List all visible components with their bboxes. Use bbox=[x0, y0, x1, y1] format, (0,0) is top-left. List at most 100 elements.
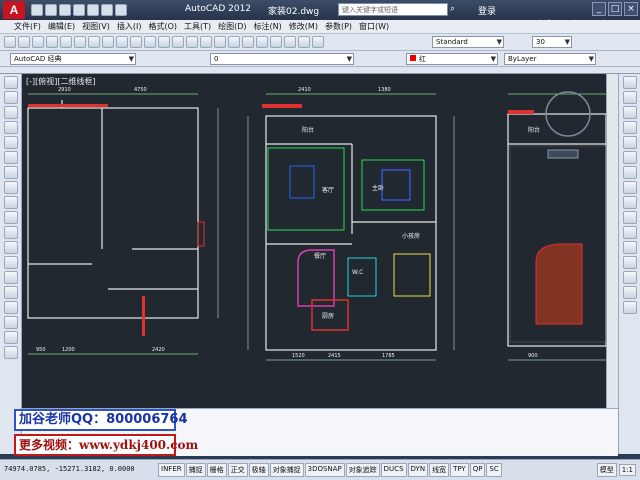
text-style-select[interactable]: Standard ▼ bbox=[432, 36, 504, 48]
snap-toggle[interactable]: 捕捉 bbox=[185, 463, 206, 477]
ellipse-arc-icon[interactable] bbox=[3, 226, 18, 239]
publish-icon[interactable] bbox=[74, 36, 86, 48]
join-icon[interactable] bbox=[622, 256, 637, 269]
region-icon[interactable] bbox=[3, 316, 18, 329]
mirror-icon[interactable] bbox=[622, 106, 637, 119]
open-icon[interactable] bbox=[45, 4, 57, 16]
menu-edit[interactable]: 编辑(E) bbox=[48, 21, 75, 32]
calculator-icon[interactable] bbox=[298, 36, 310, 48]
minimize-icon[interactable]: _ bbox=[592, 2, 606, 16]
viewcube-wcs[interactable] bbox=[547, 149, 579, 159]
menu-format[interactable]: 格式(O) bbox=[148, 21, 177, 32]
move-icon[interactable] bbox=[622, 151, 637, 164]
trim-icon[interactable] bbox=[622, 211, 637, 224]
menu-tools[interactable]: 工具(T) bbox=[184, 21, 211, 32]
stretch-icon[interactable] bbox=[622, 196, 637, 209]
mtext-icon[interactable] bbox=[3, 346, 18, 359]
vertical-scrollbar[interactable] bbox=[606, 74, 618, 408]
chamfer-icon[interactable] bbox=[622, 271, 637, 284]
otrack-toggle[interactable]: 对象追踪 bbox=[345, 463, 380, 477]
search-input[interactable]: 键入关键字或短语 bbox=[338, 3, 448, 16]
maximize-icon[interactable]: □ bbox=[608, 2, 622, 16]
save-icon[interactable] bbox=[59, 4, 71, 16]
dyn-toggle[interactable]: DYN bbox=[407, 463, 429, 477]
undo-icon[interactable] bbox=[101, 4, 113, 16]
print-icon[interactable] bbox=[87, 4, 99, 16]
explode-icon[interactable] bbox=[622, 301, 637, 314]
hatch-icon[interactable] bbox=[3, 286, 18, 299]
app-logo-icon[interactable]: A bbox=[3, 1, 25, 19]
3dosnap-toggle[interactable]: 3DOSNAP bbox=[304, 463, 345, 477]
linetype-select[interactable]: ByLayer ▼ bbox=[504, 53, 596, 65]
ortho-toggle[interactable]: 正交 bbox=[227, 463, 248, 477]
sc-toggle[interactable]: SC bbox=[486, 463, 502, 477]
workspace-select[interactable]: AutoCAD 经典 ▼ bbox=[10, 53, 136, 65]
viewport-label[interactable]: [-][俯视][二维线框] bbox=[26, 76, 96, 87]
zoom-window-icon[interactable] bbox=[200, 36, 212, 48]
array-icon[interactable] bbox=[622, 136, 637, 149]
construction-line-icon[interactable] bbox=[3, 91, 18, 104]
line-icon[interactable] bbox=[3, 76, 18, 89]
annotation-scale[interactable]: 1:1 bbox=[618, 464, 636, 476]
polar-toggle[interactable]: 极轴 bbox=[248, 463, 269, 477]
offset-icon[interactable] bbox=[622, 121, 637, 134]
match-prop-icon[interactable] bbox=[130, 36, 142, 48]
erase-icon[interactable] bbox=[622, 76, 637, 89]
insert-block-icon[interactable] bbox=[3, 241, 18, 254]
polyline-icon[interactable] bbox=[3, 106, 18, 119]
osnap-toggle[interactable]: 对象捕捉 bbox=[269, 463, 304, 477]
gradient-icon[interactable] bbox=[3, 301, 18, 314]
layer-select[interactable]: 0 ▼ bbox=[210, 53, 354, 65]
new-icon[interactable] bbox=[31, 4, 43, 16]
polygon-icon[interactable] bbox=[3, 121, 18, 134]
menu-insert[interactable]: 插入(I) bbox=[117, 21, 142, 32]
zoom-icon[interactable] bbox=[186, 36, 198, 48]
redo-icon[interactable] bbox=[158, 36, 170, 48]
qp-toggle[interactable]: QP bbox=[469, 463, 486, 477]
login-link[interactable]: 登录 bbox=[478, 4, 496, 17]
sheet-set-icon[interactable] bbox=[270, 36, 282, 48]
menu-modify[interactable]: 修改(M) bbox=[289, 21, 318, 32]
dim-style-select[interactable]: 30 ▼ bbox=[532, 36, 572, 48]
pan-icon[interactable] bbox=[172, 36, 184, 48]
copy-icon[interactable] bbox=[102, 36, 114, 48]
infer-toggle[interactable]: INFER bbox=[158, 463, 185, 477]
zoom-prev-icon[interactable] bbox=[214, 36, 226, 48]
plot-icon[interactable] bbox=[46, 36, 58, 48]
save-icon[interactable] bbox=[32, 36, 44, 48]
rectangle-icon[interactable] bbox=[3, 136, 18, 149]
point-icon[interactable] bbox=[3, 271, 18, 284]
save-as-icon[interactable] bbox=[73, 4, 85, 16]
menu-window[interactable]: 窗口(W) bbox=[359, 21, 389, 32]
copy-object-icon[interactable] bbox=[622, 91, 637, 104]
model-button[interactable]: 模型 bbox=[596, 463, 617, 477]
redo-icon[interactable] bbox=[115, 4, 127, 16]
open-icon[interactable] bbox=[18, 36, 30, 48]
undo-icon[interactable] bbox=[144, 36, 156, 48]
break-icon[interactable] bbox=[622, 241, 637, 254]
menu-file[interactable]: 文件(F) bbox=[14, 21, 41, 32]
fillet-icon[interactable] bbox=[622, 286, 637, 299]
spline-icon[interactable] bbox=[3, 196, 18, 209]
design-center-icon[interactable] bbox=[242, 36, 254, 48]
make-block-icon[interactable] bbox=[3, 256, 18, 269]
paste-icon[interactable] bbox=[116, 36, 128, 48]
table-icon[interactable] bbox=[3, 331, 18, 344]
tpy-toggle[interactable]: TPY bbox=[450, 463, 469, 477]
tool-palettes-icon[interactable] bbox=[256, 36, 268, 48]
menu-parametric[interactable]: 参数(P) bbox=[325, 21, 352, 32]
scale-icon[interactable] bbox=[622, 181, 637, 194]
markup-icon[interactable] bbox=[284, 36, 296, 48]
arc-icon[interactable] bbox=[3, 151, 18, 164]
revcloud-icon[interactable] bbox=[3, 181, 18, 194]
grid-toggle[interactable]: 栅格 bbox=[206, 463, 227, 477]
preview-icon[interactable] bbox=[60, 36, 72, 48]
extend-icon[interactable] bbox=[622, 226, 637, 239]
ellipse-icon[interactable] bbox=[3, 211, 18, 224]
close-icon[interactable]: × bbox=[624, 2, 638, 16]
rotate-icon[interactable] bbox=[622, 166, 637, 179]
drawing-canvas[interactable]: [-][俯视][二维线框] 阳台 客厅 主卧 小孩房 餐厅 W.C 厨房 阳台 … bbox=[22, 74, 606, 408]
cut-icon[interactable] bbox=[88, 36, 100, 48]
menu-dimension[interactable]: 标注(N) bbox=[254, 21, 282, 32]
search-icon[interactable]: ⌕ bbox=[450, 4, 461, 15]
